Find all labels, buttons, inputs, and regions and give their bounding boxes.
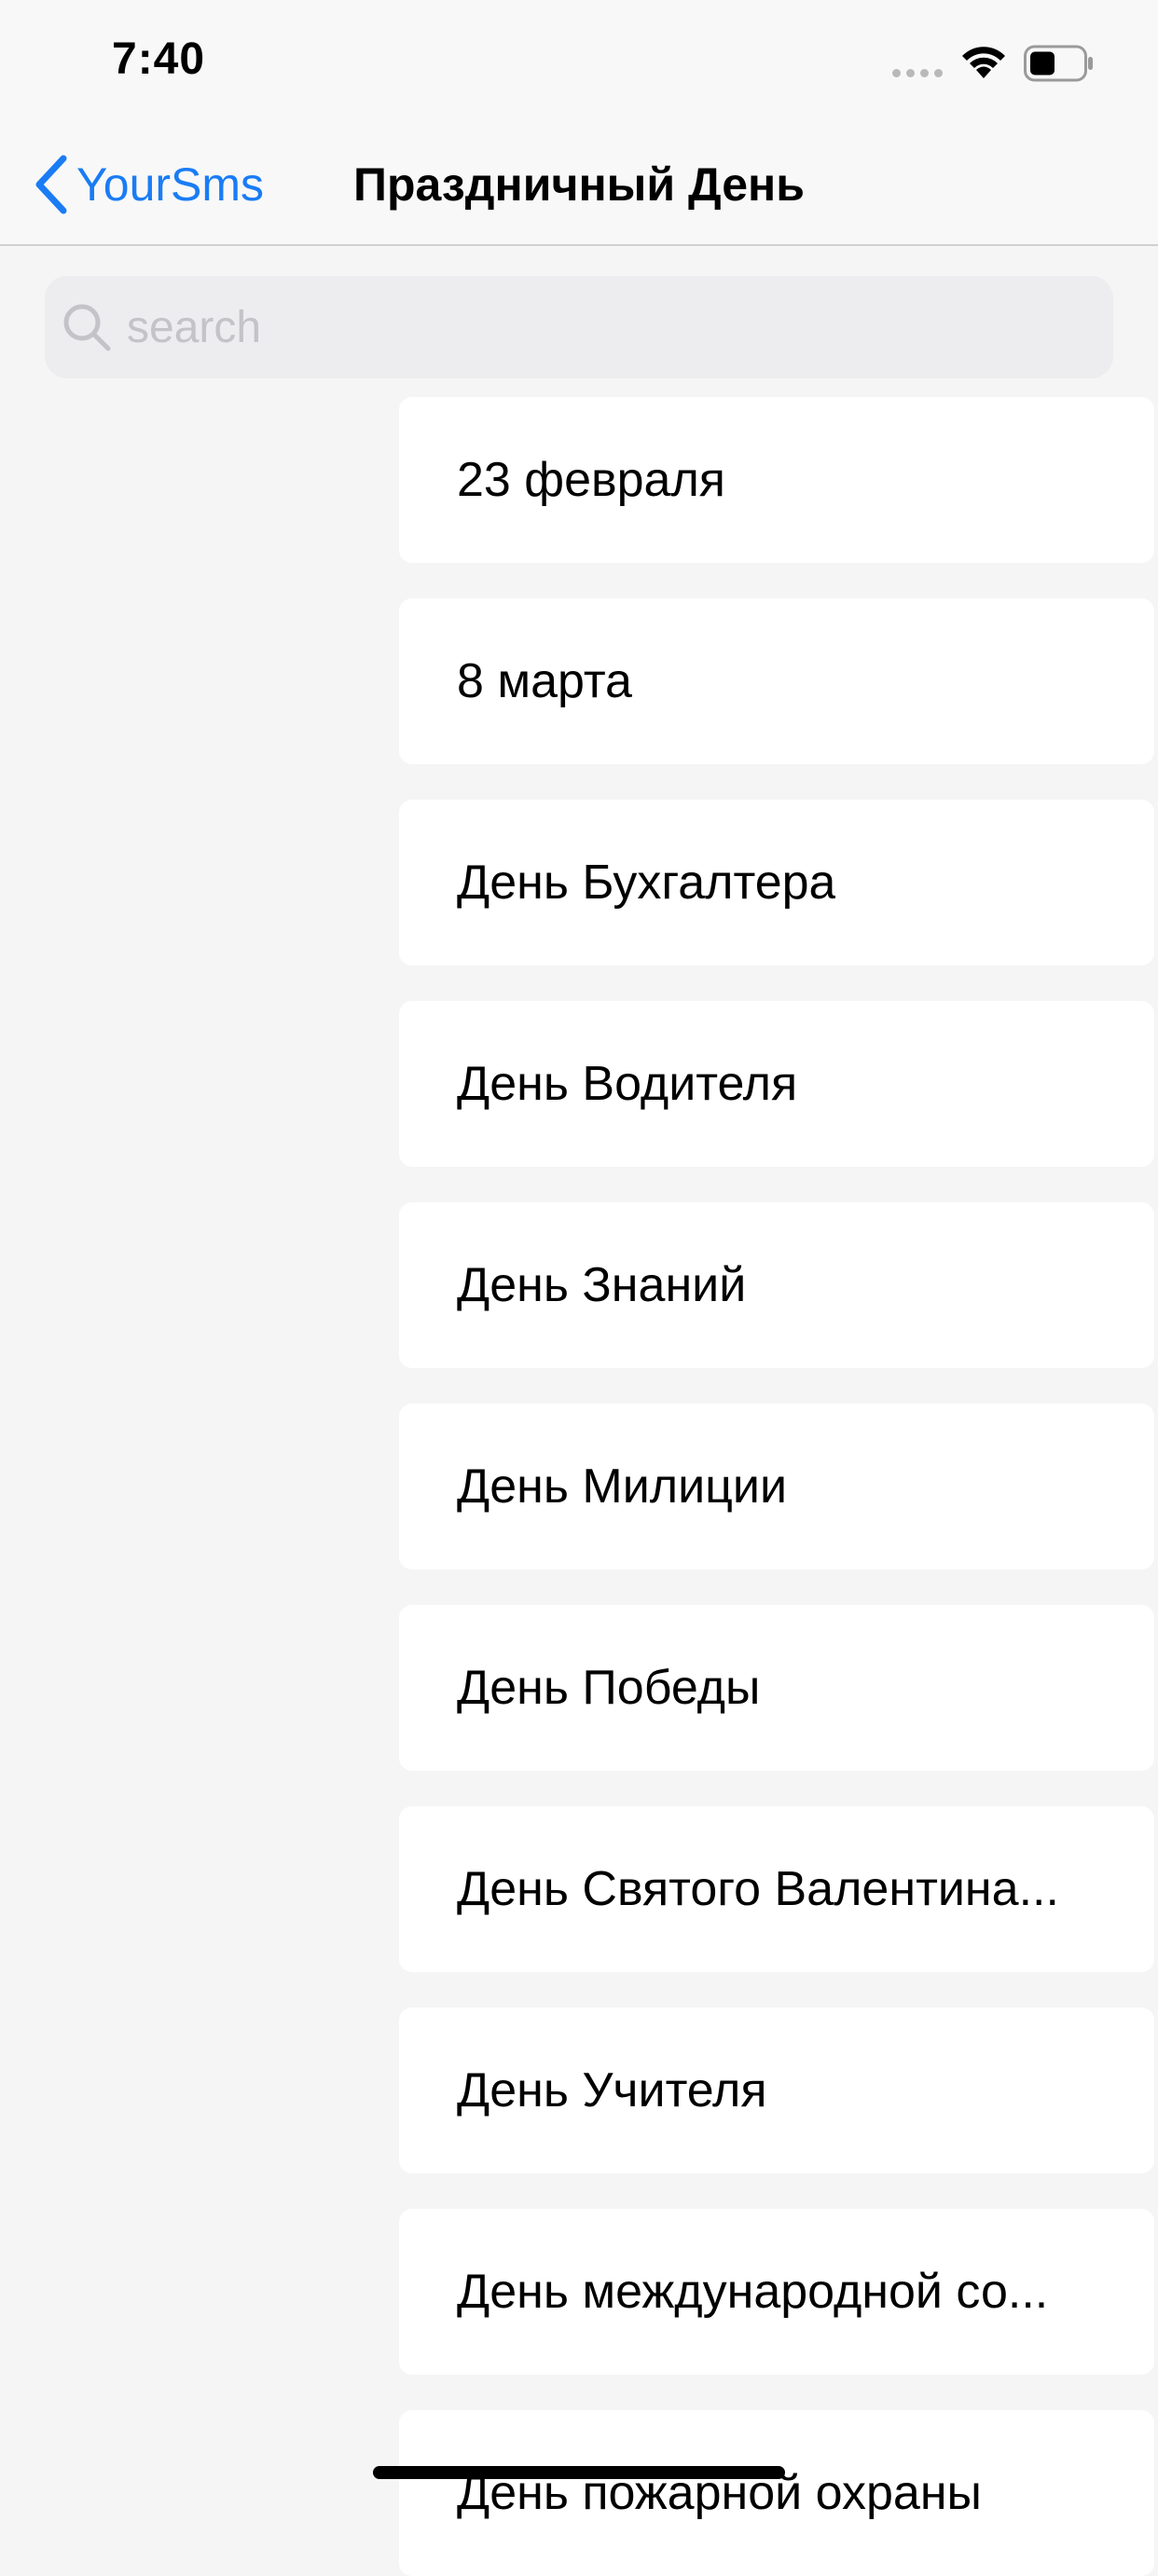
search-input[interactable] (127, 276, 1087, 378)
list-item-label: День Победы (457, 1661, 761, 1715)
list-item[interactable]: День Водителя (399, 1001, 1154, 1167)
list-item[interactable]: День Знаний (399, 1202, 1154, 1368)
status-time: 7:40 (112, 34, 206, 84)
list-item[interactable]: День Милиции (399, 1404, 1154, 1569)
list-item-label: День Знаний (457, 1258, 747, 1312)
battery-icon (1024, 45, 1093, 82)
status-bar: 7:40 (0, 0, 1158, 123)
home-indicator (373, 2466, 785, 2479)
list-item[interactable]: День Учителя (399, 2007, 1154, 2173)
wifi-icon (962, 47, 1005, 78)
search-icon (63, 304, 111, 351)
list-item-label: День Святого Валентина... (457, 1862, 1059, 1916)
list-item[interactable]: 8 марта (399, 598, 1154, 764)
list-item-label: День Милиции (457, 1459, 788, 1514)
list-item-label: День международной со... (457, 2265, 1049, 2319)
list-item-label: День Водителя (457, 1057, 798, 1111)
list-item[interactable]: День Победы (399, 1605, 1154, 1771)
cellular-signal-icon (892, 69, 943, 77)
list-item[interactable]: День международной со... (399, 2209, 1154, 2375)
list-item-label: День Бухгалтера (457, 856, 836, 910)
list-item[interactable]: 23 февраля (399, 397, 1154, 563)
list-item[interactable]: День Святого Валентина... (399, 1806, 1154, 1972)
search-field[interactable] (45, 276, 1113, 378)
list-item-label: 23 февраля (457, 453, 725, 507)
list-item[interactable]: День Бухгалтера (399, 800, 1154, 966)
page-title: Праздничный День (353, 158, 805, 211)
navigation-bar: YourSms Праздничный День (0, 123, 1158, 246)
list-item-label: 8 марта (457, 654, 632, 708)
list-item[interactable]: День пожарной охраны (399, 2410, 1154, 2576)
list-item-label: День Учителя (457, 2063, 767, 2117)
